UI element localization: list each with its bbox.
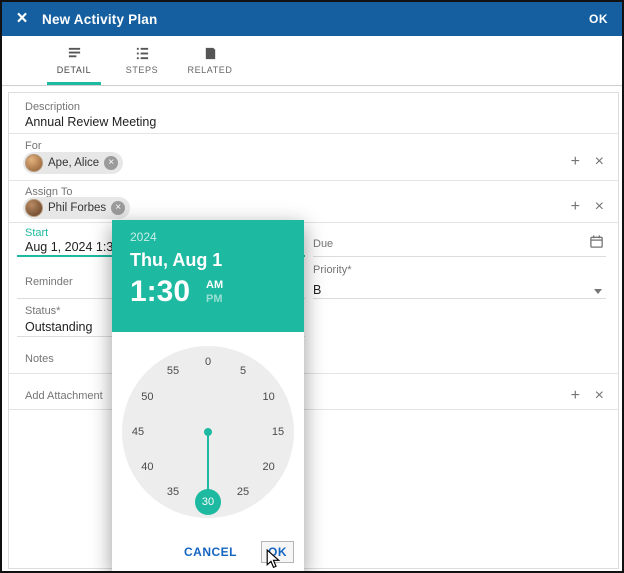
avatar — [25, 154, 43, 172]
tab-bar: DETAIL STEPS RELATED — [2, 36, 622, 86]
cancel-button[interactable]: CANCEL — [178, 542, 243, 562]
tab-steps-label: STEPS — [125, 65, 159, 75]
chevron-down-icon[interactable] — [594, 289, 602, 294]
detail-icon — [67, 46, 82, 61]
attachment-clear-icon[interactable]: × — [595, 388, 604, 404]
time-picker-header: 2024 Thu, Aug 1 1:30 AM PM — [112, 220, 304, 332]
add-attachment-label: Add Attachment — [25, 390, 103, 402]
assign-to-chip-label: Phil Forbes — [48, 202, 107, 214]
tab-related[interactable]: RELATED — [176, 36, 244, 85]
clock-minute-50[interactable]: 50 — [137, 391, 157, 403]
start-label: Start — [25, 227, 49, 239]
page-title: New Activity Plan — [42, 11, 158, 27]
ok-button[interactable]: OK — [261, 541, 294, 563]
picker-year[interactable]: 2024 — [130, 230, 304, 244]
status-label: Status* — [25, 305, 61, 317]
description-label: Description — [25, 101, 81, 113]
chip-remove-icon[interactable]: × — [111, 201, 126, 215]
clock-minute-15[interactable]: 15 — [268, 426, 288, 438]
for-label: For — [25, 140, 42, 152]
assign-clear-icon[interactable]: × — [595, 199, 604, 215]
time-picker-dialog: 2024 Thu, Aug 1 1:30 AM PM 0 5 10 15 20 25 30 3… — [112, 220, 304, 571]
notes-label: Notes — [25, 353, 54, 365]
steps-icon — [135, 46, 150, 61]
for-chip[interactable]: Ape, Alice × — [23, 152, 124, 174]
calendar-icon[interactable] — [589, 234, 604, 254]
attachment-divider — [9, 409, 618, 410]
for-divider — [9, 180, 618, 181]
priority-label: Priority* — [313, 264, 352, 276]
minute-clock-face[interactable]: 0 5 10 15 20 25 30 35 40 45 50 55 — [122, 345, 294, 518]
notes-divider — [9, 373, 618, 374]
priority-underline — [313, 298, 606, 299]
close-icon[interactable]: × — [2, 2, 42, 36]
for-clear-icon[interactable]: × — [595, 154, 604, 170]
tab-related-label: RELATED — [187, 65, 233, 75]
tab-steps[interactable]: STEPS — [108, 36, 176, 85]
clock-minute-0[interactable]: 0 — [198, 356, 218, 368]
clock-area: 0 5 10 15 20 25 30 35 40 45 50 55 — [112, 332, 304, 531]
chip-remove-icon[interactable]: × — [104, 156, 119, 170]
attachment-add-icon[interactable]: + — [571, 388, 580, 404]
pm-toggle[interactable]: PM — [206, 293, 223, 305]
clock-minute-45[interactable]: 45 — [128, 426, 148, 438]
clock-minute-5[interactable]: 5 — [233, 365, 253, 377]
picker-date[interactable]: Thu, Aug 1 — [130, 250, 304, 271]
app-bar: × New Activity Plan OK — [2, 2, 622, 36]
due-underline — [313, 256, 606, 257]
priority-select[interactable]: B — [313, 283, 321, 297]
am-toggle[interactable]: AM — [206, 279, 223, 291]
clock-minute-35[interactable]: 35 — [163, 486, 183, 498]
for-chip-label: Ape, Alice — [48, 157, 100, 169]
clock-minute-40[interactable]: 40 — [137, 461, 157, 473]
tab-detail-label: DETAIL — [56, 65, 92, 75]
clock-minute-30[interactable]: 30 — [195, 488, 221, 515]
clock-minute-25[interactable]: 25 — [233, 486, 253, 498]
description-input[interactable]: Annual Review Meeting — [25, 115, 156, 129]
clock-center-dot — [204, 427, 212, 436]
clock-hand[interactable] — [207, 431, 209, 490]
for-add-icon[interactable]: + — [571, 154, 580, 170]
assign-add-icon[interactable]: + — [571, 199, 580, 215]
clock-minute-20[interactable]: 20 — [259, 461, 279, 473]
related-icon — [203, 46, 218, 61]
clock-minute-55[interactable]: 55 — [163, 365, 183, 377]
assign-divider — [9, 222, 618, 223]
tab-detail[interactable]: DETAIL — [40, 36, 108, 85]
assign-to-chip[interactable]: Phil Forbes × — [23, 197, 131, 219]
reminder-label: Reminder — [25, 276, 73, 288]
detail-form: Description Annual Review Meeting For Ap… — [8, 92, 619, 569]
picker-time[interactable]: 1:30 — [130, 275, 190, 309]
new-activity-plan-dialog: × New Activity Plan OK DETAIL STEPS RELA… — [0, 0, 624, 573]
clock-minute-10[interactable]: 10 — [259, 391, 279, 403]
due-label: Due — [313, 238, 334, 250]
avatar — [25, 199, 43, 217]
status-select[interactable]: Outstanding — [25, 320, 92, 334]
picker-actions: CANCEL OK — [112, 531, 304, 571]
header-ok-button[interactable]: OK — [589, 12, 608, 26]
description-divider — [9, 133, 618, 134]
